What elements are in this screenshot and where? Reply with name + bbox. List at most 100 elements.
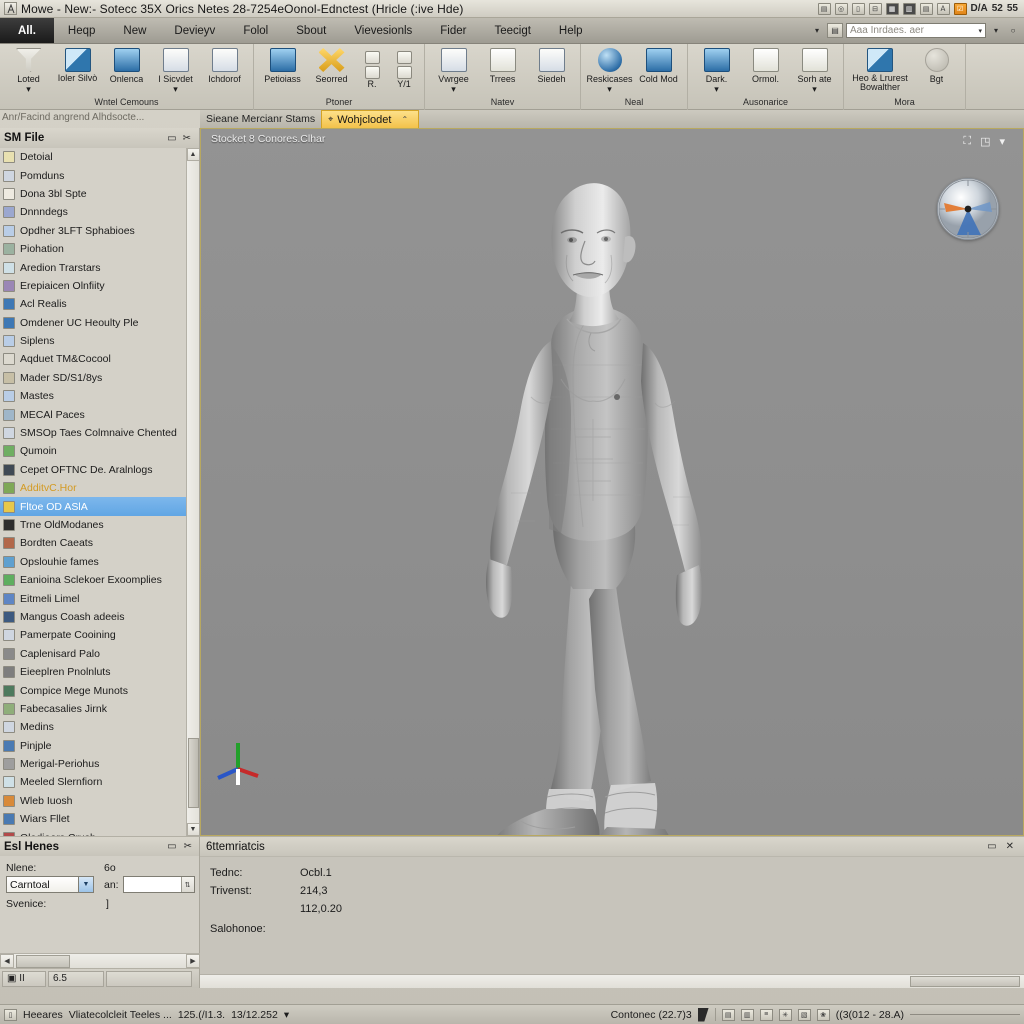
sidebar-item-2[interactable]: Dona 3bl Spte	[0, 185, 199, 203]
chevron-up-icon[interactable]: ⌃	[401, 115, 408, 124]
sidebar-item-31[interactable]: Medins	[0, 718, 199, 736]
sidebar-item-3[interactable]: Dnnndegs	[0, 203, 199, 221]
sidebar-item-1[interactable]: Pomduns	[0, 166, 199, 184]
sidebar-item-15[interactable]: SMSOp Taes Colmnaive Chented	[0, 424, 199, 442]
link-icon[interactable]: ⊟	[868, 2, 882, 15]
sidebar-item-16[interactable]: Qumoin	[0, 442, 199, 460]
ribbon-button-i-sicvdet[interactable]: I Sicvdet ▾	[152, 44, 199, 94]
sidebar-item-23[interactable]: Eanioina Sclekoer Exoomplies	[0, 571, 199, 589]
dropdown-caret-icon[interactable]: ▾	[714, 84, 719, 94]
multi-window-icon[interactable]: ▤	[919, 2, 933, 15]
ribbon-button-ioler-silvo[interactable]: Ioler Silvò	[54, 44, 101, 83]
snap-icon[interactable]: ▤	[721, 1008, 735, 1021]
doc-index-icon[interactable]: ▤	[827, 23, 843, 38]
ribbon-button-ormol[interactable]: Ormol.	[742, 44, 789, 84]
sidebar-item-7[interactable]: Erepiaicen Olnfiity	[0, 277, 199, 295]
chevron-down-icon[interactable]: ▾	[978, 27, 982, 35]
sidebar-item-33[interactable]: Merigal-Periohus	[0, 755, 199, 773]
sidebar-item-36[interactable]: Wiars Fllet	[0, 810, 199, 828]
tab-devieyv[interactable]: Devieyv	[160, 18, 229, 43]
sidebar-item-21[interactable]: Bordten Caeats	[0, 534, 199, 552]
ortho-icon[interactable]: ≡	[759, 1008, 773, 1021]
sidebar-item-4[interactable]: Opdher 3LFT Sphabioes	[0, 222, 199, 240]
grid-dark-icon[interactable]: ▦	[885, 2, 899, 15]
ribbon-button-vwrgee[interactable]: Vwrgee ▾	[430, 44, 477, 94]
tab-vievesionls[interactable]: Vievesionls	[340, 18, 426, 43]
float-panel-icon[interactable]: ✂	[184, 841, 192, 852]
tab-all[interactable]: All.	[0, 18, 54, 43]
sidebar-item-8[interactable]: Acl Realis	[0, 295, 199, 313]
spinner-stepper-icon[interactable]: ⇅	[180, 877, 194, 892]
ribbon-button-sorh-ate[interactable]: Sorh ate ▾	[791, 44, 838, 94]
sidebar-item-25[interactable]: Mangus Coash adeeis	[0, 608, 199, 626]
ribbon-button-dark[interactable]: Dark. ▾	[693, 44, 740, 94]
scrollbar-thumb[interactable]	[187, 738, 199, 808]
chevron-down-icon[interactable]: ▼	[78, 877, 93, 892]
polar-icon[interactable]: ✳	[778, 1008, 792, 1021]
ribbon-button-reskicases[interactable]: Reskicases ▾	[586, 44, 633, 94]
sidebar-item-12[interactable]: Mader SD/S1/8ys	[0, 369, 199, 387]
ribbon-button-trrees[interactable]: Trrees	[479, 44, 526, 84]
close-panel-icon[interactable]: ✕	[1006, 841, 1014, 852]
hscrollbar-thumb[interactable]	[910, 976, 1020, 987]
ribbon-button-cold-mod[interactable]: Cold Mod	[635, 44, 682, 84]
sidebar-item-5[interactable]: Piohation	[0, 240, 199, 258]
status-cell-value[interactable]: 6.5	[48, 970, 104, 987]
dropdown-caret-icon[interactable]: ▾	[812, 84, 817, 94]
dropdown-caret-icon[interactable]: ▾	[26, 84, 31, 94]
minimize-panel-icon[interactable]: ▭	[167, 841, 176, 852]
tab-wohjclodet[interactable]: ⌖ Wohjclodet ⌃	[321, 110, 420, 128]
sidebar-item-14[interactable]: MECAl Paces	[0, 405, 199, 423]
sidebar-item-0[interactable]: Detoial	[0, 148, 199, 166]
ribbon-button-onlenca[interactable]: Onlenca	[103, 44, 150, 84]
dropdown-caret-icon[interactable]: ▾	[173, 84, 178, 94]
sidebar-item-22[interactable]: Opslouhie fames	[0, 553, 199, 571]
sidebar-item-9[interactable]: Omdener UC Heoulty Ple	[0, 314, 199, 332]
count-spinner[interactable]: ⇅	[122, 876, 195, 893]
osnap-icon[interactable]: ▧	[797, 1008, 811, 1021]
minimize-panel-icon[interactable]: ▭	[167, 133, 176, 144]
tab-teecigt[interactable]: Teecigt	[480, 18, 544, 43]
tab-heqp[interactable]: Heqp	[54, 18, 110, 43]
ribbon-button-y1[interactable]: Y/1	[389, 44, 419, 89]
properties-hscrollbar[interactable]: ◀ ▶	[0, 953, 200, 968]
sidebar-item-27[interactable]: Caplenisard Palo	[0, 645, 199, 663]
wheel-icon[interactable]: ❀	[816, 1008, 830, 1021]
ribbon-button-bgt[interactable]: Bgt	[913, 44, 960, 84]
hscrollbar-thumb[interactable]	[16, 954, 70, 968]
sidebar-item-32[interactable]: Pinjple	[0, 737, 199, 755]
fit-view-icon[interactable]: ⛶	[963, 135, 971, 148]
scroll-down-arrow-icon[interactable]: ▼	[186, 823, 199, 836]
page-icon[interactable]: ▯	[851, 2, 865, 15]
view-navigation-wheel[interactable]	[937, 178, 999, 240]
sidebar-item-20[interactable]: Trne OldModanes	[0, 516, 199, 534]
name-combo[interactable]: Carntoal ▼	[6, 876, 94, 893]
status-cell-icons[interactable]: ▣ II	[2, 970, 46, 987]
sidebar-item-13[interactable]: Mastes	[0, 387, 199, 405]
ribbon-button-loted[interactable]: Loted ▾	[5, 44, 52, 94]
dropdown-caret-icon[interactable]: ▾	[451, 84, 456, 94]
camera-icon[interactable]: ◎	[834, 2, 848, 15]
minimize-panel-icon[interactable]: ▭	[987, 841, 996, 852]
grid-icon[interactable]: ▥	[740, 1008, 754, 1021]
sidebar-scrollbar[interactable]: ▲ ▼	[186, 148, 199, 836]
sidebar-item-10[interactable]: Siplens	[0, 332, 199, 350]
sidebar-item-35[interactable]: Wleb Iuosh	[0, 792, 199, 810]
sidebar-item-37[interactable]: Oladiaers Crush	[0, 828, 199, 836]
sidebar-item-11[interactable]: Aqduet TM&Cocool	[0, 350, 199, 368]
sidebar-item-19[interactable]: Fltoe OD ASlA	[0, 497, 199, 516]
status-cell-blank[interactable]	[106, 970, 192, 987]
ribbon-button-ichdorof[interactable]: Ichdorof	[201, 44, 248, 84]
tab-folol[interactable]: Folol	[229, 18, 282, 43]
sidebar-item-34[interactable]: Meeled Slernfiorn	[0, 773, 199, 791]
sidebar-item-18[interactable]: AdditvC.Hor	[0, 479, 199, 497]
scroll-up-arrow-icon[interactable]: ▲	[186, 148, 199, 161]
sidebar-item-29[interactable]: Compice Mege Munots	[0, 681, 199, 699]
viewport-3d[interactable]: Stocket 8 Conores.Clhar ⛶ ◳ ▾	[200, 128, 1024, 836]
status-coord-caret-icon[interactable]: ▾	[284, 1009, 289, 1021]
float-panel-icon[interactable]: ✂	[183, 133, 191, 144]
sidebar-item-28[interactable]: Eieeplren Pnolnluts	[0, 663, 199, 681]
text-icon[interactable]: Ａ	[936, 2, 950, 15]
panel-layout-icon[interactable]: ▤	[817, 2, 831, 15]
ribbon-button-heo-lrurest[interactable]: Heo & Lrurest Bowalther	[849, 44, 911, 92]
